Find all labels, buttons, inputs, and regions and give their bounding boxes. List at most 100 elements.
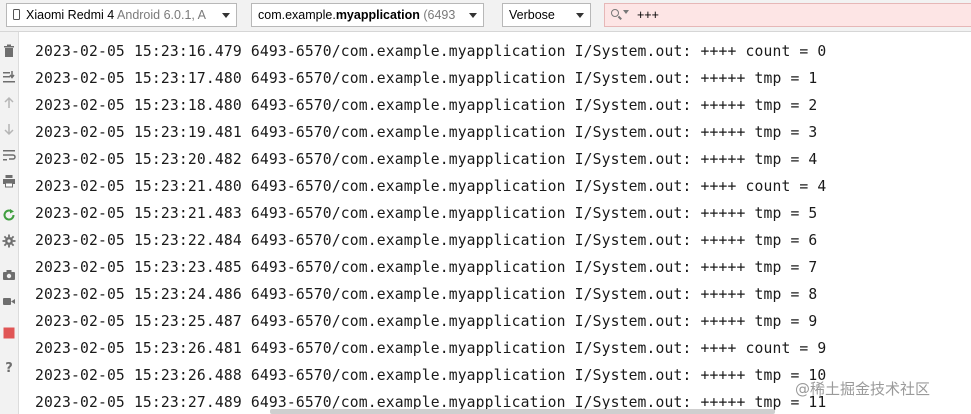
- log-message: +++++ tmp = 7: [700, 259, 818, 276]
- screen-record-icon[interactable]: [2, 294, 16, 308]
- scroll-to-end-icon[interactable]: [2, 70, 16, 84]
- log-line: 2023-02-05 15:23:26.481 6493-6570/com.ex…: [35, 335, 826, 362]
- log-time: 15:23:26.481: [133, 340, 242, 357]
- log-tag: I/System.out:: [574, 313, 692, 330]
- search-icon[interactable]: [611, 9, 619, 17]
- log-tag: I/System.out:: [574, 286, 692, 303]
- log-tag: I/System.out:: [574, 70, 692, 87]
- watermark: @稀土掘金技术社区: [795, 380, 931, 398]
- log-tag: I/System.out:: [574, 151, 692, 168]
- search-input[interactable]: [637, 4, 957, 26]
- log-time: 15:23:20.482: [133, 151, 242, 168]
- log-line: 2023-02-05 15:23:18.480 6493-6570/com.ex…: [35, 92, 817, 119]
- device-name: Xiaomi Redmi 4: [26, 8, 115, 22]
- log-message: ++++ count = 9: [700, 340, 827, 357]
- log-message: +++++ tmp = 1: [700, 70, 818, 87]
- log-process: 6493-6570/com.example.myapplication: [250, 70, 566, 87]
- search-history-caret-icon[interactable]: [623, 10, 629, 14]
- log-time: 15:23:21.480: [133, 178, 242, 195]
- log-line: 2023-02-05 15:23:21.480 6493-6570/com.ex…: [35, 173, 826, 200]
- log-line: 2023-02-05 15:23:21.483 6493-6570/com.ex…: [35, 200, 817, 227]
- horizontal-scrollbar[interactable]: [270, 409, 775, 414]
- chevron-down-icon: [219, 4, 233, 26]
- process-selector[interactable]: com.example.myapplication (6493: [251, 3, 484, 27]
- process-prefix: com.example.: [258, 8, 336, 22]
- log-time: 15:23:23.485: [133, 259, 242, 276]
- screenshot-icon[interactable]: [2, 268, 16, 282]
- log-line: 2023-02-05 15:23:17.480 6493-6570/com.ex…: [35, 65, 817, 92]
- log-message: +++++ tmp = 2: [700, 97, 818, 114]
- log-tag: I/System.out:: [574, 340, 692, 357]
- log-line: 2023-02-05 15:23:19.481 6493-6570/com.ex…: [35, 119, 817, 146]
- log-line: 2023-02-05 15:23:23.485 6493-6570/com.ex…: [35, 254, 817, 281]
- log-time: 15:23:16.479: [133, 43, 242, 60]
- log-date: 2023-02-05: [35, 367, 125, 384]
- log-time: 15:23:21.483: [133, 205, 242, 222]
- help-icon[interactable]: ?: [2, 360, 16, 374]
- chevron-down-icon: [573, 4, 587, 26]
- process-app-name: myapplication: [335, 8, 420, 22]
- print-icon[interactable]: [2, 174, 16, 188]
- log-date: 2023-02-05: [35, 340, 125, 357]
- log-time: 15:23:18.480: [133, 97, 242, 114]
- log-message: +++++ tmp = 3: [700, 124, 818, 141]
- settings-icon[interactable]: [2, 234, 16, 248]
- stop-icon[interactable]: [2, 326, 16, 340]
- down-arrow-icon[interactable]: [2, 122, 16, 136]
- log-process: 6493-6570/com.example.myapplication: [250, 259, 566, 276]
- log-tag: I/System.out:: [574, 124, 692, 141]
- log-date: 2023-02-05: [35, 286, 125, 303]
- log-date: 2023-02-05: [35, 70, 125, 87]
- log-tag: I/System.out:: [574, 367, 692, 384]
- trash-icon[interactable]: [2, 44, 16, 58]
- log-message: +++++ tmp = 6: [700, 232, 818, 249]
- log-tag: I/System.out:: [574, 232, 692, 249]
- device-detail: Android 6.0.1, A: [117, 8, 206, 22]
- log-date: 2023-02-05: [35, 394, 125, 411]
- log-time: 15:23:19.481: [133, 124, 242, 141]
- log-message: +++++ tmp = 9: [700, 313, 818, 330]
- logcat-toolbar: Xiaomi Redmi 4 Android 6.0.1, A com.exam…: [0, 0, 971, 32]
- log-message: ++++ count = 0: [700, 43, 827, 60]
- log-line: 2023-02-05 15:23:24.486 6493-6570/com.ex…: [35, 281, 817, 308]
- log-process: 6493-6570/com.example.myapplication: [250, 340, 566, 357]
- log-date: 2023-02-05: [35, 232, 125, 249]
- logcat-output[interactable]: 2023-02-05 15:23:16.479 6493-6570/com.ex…: [20, 38, 971, 414]
- log-process: 6493-6570/com.example.myapplication: [250, 313, 566, 330]
- log-level-selector[interactable]: Verbose: [502, 3, 591, 27]
- device-selector[interactable]: Xiaomi Redmi 4 Android 6.0.1, A: [6, 3, 237, 27]
- log-date: 2023-02-05: [35, 124, 125, 141]
- log-line: 2023-02-05 15:23:25.487 6493-6570/com.ex…: [35, 308, 817, 335]
- log-process: 6493-6570/com.example.myapplication: [250, 178, 566, 195]
- soft-wrap-icon[interactable]: [2, 148, 16, 162]
- phone-icon: [13, 9, 20, 20]
- log-process: 6493-6570/com.example.myapplication: [250, 232, 566, 249]
- log-date: 2023-02-05: [35, 151, 125, 168]
- log-time: 15:23:24.486: [133, 286, 242, 303]
- log-time: 15:23:27.489: [133, 394, 242, 411]
- log-time: 15:23:25.487: [133, 313, 242, 330]
- log-message: +++++ tmp = 4: [700, 151, 818, 168]
- log-time: 15:23:17.480: [133, 70, 242, 87]
- log-line: 2023-02-05 15:23:22.484 6493-6570/com.ex…: [35, 227, 817, 254]
- log-date: 2023-02-05: [35, 313, 125, 330]
- restart-icon[interactable]: [2, 208, 16, 222]
- log-message: +++++ tmp = 5: [700, 205, 818, 222]
- log-tag: I/System.out:: [574, 259, 692, 276]
- log-tag: I/System.out:: [574, 205, 692, 222]
- log-level-value: Verbose: [509, 8, 555, 22]
- log-process: 6493-6570/com.example.myapplication: [250, 124, 566, 141]
- log-message: +++++ tmp = 8: [700, 286, 818, 303]
- svg-text:?: ?: [5, 361, 13, 374]
- log-date: 2023-02-05: [35, 259, 125, 276]
- log-process: 6493-6570/com.example.myapplication: [250, 205, 566, 222]
- log-tag: I/System.out:: [574, 178, 692, 195]
- search-box[interactable]: [604, 3, 971, 27]
- log-process: 6493-6570/com.example.myapplication: [250, 367, 566, 384]
- up-arrow-icon[interactable]: [2, 96, 16, 110]
- log-date: 2023-02-05: [35, 97, 125, 114]
- log-line: 2023-02-05 15:23:16.479 6493-6570/com.ex…: [35, 38, 826, 65]
- log-process: 6493-6570/com.example.myapplication: [250, 97, 566, 114]
- log-date: 2023-02-05: [35, 178, 125, 195]
- process-pid: (6493: [423, 8, 456, 22]
